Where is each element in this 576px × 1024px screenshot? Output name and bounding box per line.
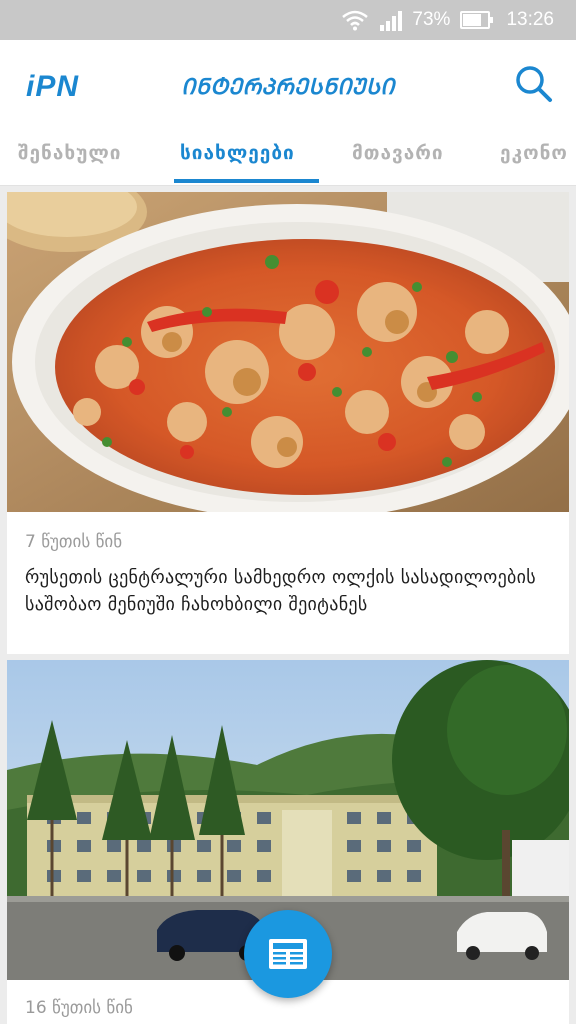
news-feed-button[interactable] [244, 910, 332, 998]
article-image[interactable] [7, 192, 569, 512]
status-bar: 73% 13:26 [0, 0, 576, 40]
clock: 13:26 [506, 9, 554, 30]
app-brand-title: ᲘᲜᲢᲔᲠᲞᲠᲔᲡᲜᲘᲣᲡᲘ [181, 75, 395, 100]
news-card[interactable]: 7 წუთის წინ რუსეთის ცენტრალური სამხედრო … [7, 192, 569, 654]
article-timestamp: 16 წუთის წინ [25, 998, 133, 1018]
category-tabs: შენახული სიახლეები მთავარი ეკონო [0, 130, 576, 186]
active-tab-indicator [174, 179, 319, 183]
app-header: iPN ᲘᲜᲢᲔᲠᲞᲠᲔᲡᲜᲘᲣᲡᲘ [0, 40, 576, 130]
battery-percent: 73% [412, 9, 451, 30]
battery-icon [460, 11, 494, 29]
article-timestamp: 7 წუთის წინ [25, 532, 123, 552]
tab-news[interactable]: სიახლეები [180, 142, 295, 164]
search-icon[interactable] [514, 64, 554, 104]
newspaper-icon [269, 939, 307, 969]
article-title[interactable]: რუსეთის ცენტრალური სამხედრო ოლქის სასადი… [25, 564, 551, 618]
signal-icon [380, 9, 403, 31]
tab-main[interactable]: მთავარი [352, 142, 444, 164]
wifi-icon [342, 10, 369, 31]
tab-saved[interactable]: შენახული [18, 142, 122, 164]
tab-economy[interactable]: ეკონო [500, 142, 568, 164]
